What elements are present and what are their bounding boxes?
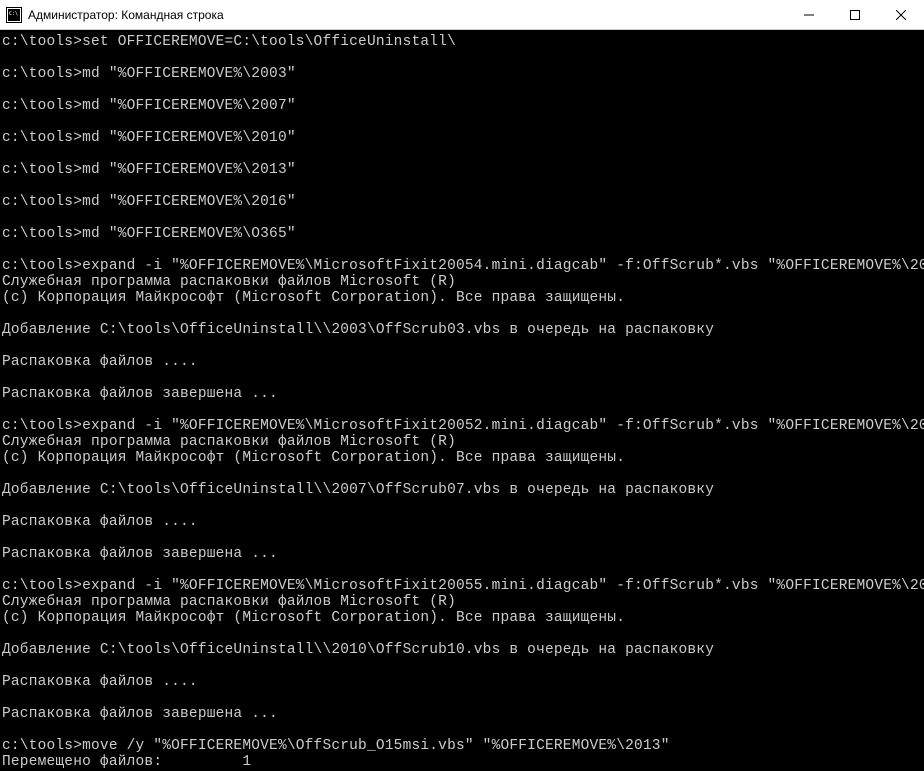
console-line: c:\tools>md "%OFFICEREMOVE%\2016" (2, 194, 922, 210)
console-line (2, 370, 922, 386)
console-line: c:\tools>md "%OFFICEREMOVE%\2013" (2, 162, 922, 178)
console-line: (с) Корпорация Майкрософт (Microsoft Cor… (2, 290, 922, 306)
console-line (2, 338, 922, 354)
console-line: Распаковка файлов .... (2, 674, 922, 690)
console-line (2, 562, 922, 578)
console-line (2, 722, 922, 738)
console-line: Служебная программа распаковки файлов Mi… (2, 434, 922, 450)
console-line (2, 498, 922, 514)
cmd-icon: C:\ (6, 7, 22, 23)
console-line: c:\tools>expand -i "%OFFICEREMOVE%\Micro… (2, 418, 922, 434)
console-line: Служебная программа распаковки файлов Mi… (2, 274, 922, 290)
console-line (2, 658, 922, 674)
console-line: c:\tools>md "%OFFICEREMOVE%\2003" (2, 66, 922, 82)
console-line: Распаковка файлов завершена ... (2, 706, 922, 722)
console-line (2, 178, 922, 194)
console-line (2, 626, 922, 642)
console-line (2, 402, 922, 418)
console-line: c:\tools>expand -i "%OFFICEREMOVE%\Micro… (2, 258, 922, 274)
svg-text:C:\: C:\ (9, 11, 18, 17)
console-line (2, 210, 922, 226)
console-line (2, 466, 922, 482)
console-line: Добавление C:\tools\OfficeUninstall\\201… (2, 642, 922, 658)
console-line: Перемещено файлов: 1 (2, 754, 922, 770)
console-line: c:\tools>md "%OFFICEREMOVE%\2007" (2, 98, 922, 114)
console-line (2, 146, 922, 162)
close-button[interactable] (878, 0, 924, 29)
console-line (2, 50, 922, 66)
console-line (2, 82, 922, 98)
console-line: Служебная программа распаковки файлов Mi… (2, 594, 922, 610)
window-title: Администратор: Командная строка (28, 8, 786, 22)
console-line (2, 242, 922, 258)
console-line: Распаковка файлов завершена ... (2, 386, 922, 402)
console-line: Распаковка файлов завершена ... (2, 546, 922, 562)
maximize-button[interactable] (832, 0, 878, 29)
window-titlebar: C:\ Администратор: Командная строка (0, 0, 924, 30)
console-line (2, 306, 922, 322)
window-controls (786, 0, 924, 29)
minimize-button[interactable] (786, 0, 832, 29)
console-line: Распаковка файлов .... (2, 354, 922, 370)
console-line: (с) Корпорация Майкрософт (Microsoft Cor… (2, 450, 922, 466)
console-output[interactable]: c:\tools>set OFFICEREMOVE=C:\tools\Offic… (0, 30, 924, 771)
console-line: Добавление C:\tools\OfficeUninstall\\200… (2, 482, 922, 498)
console-line: Добавление C:\tools\OfficeUninstall\\200… (2, 322, 922, 338)
console-line: c:\tools>md "%OFFICEREMOVE%\O365" (2, 226, 922, 242)
console-line: (с) Корпорация Майкрософт (Microsoft Cor… (2, 610, 922, 626)
console-line: c:\tools>md "%OFFICEREMOVE%\2010" (2, 130, 922, 146)
console-line (2, 690, 922, 706)
console-line: c:\tools>move /y "%OFFICEREMOVE%\OffScru… (2, 738, 922, 754)
console-line: c:\tools>expand -i "%OFFICEREMOVE%\Micro… (2, 578, 922, 594)
console-line: Распаковка файлов .... (2, 514, 922, 530)
console-line (2, 530, 922, 546)
console-line (2, 114, 922, 130)
console-line: c:\tools>set OFFICEREMOVE=C:\tools\Offic… (2, 34, 922, 50)
